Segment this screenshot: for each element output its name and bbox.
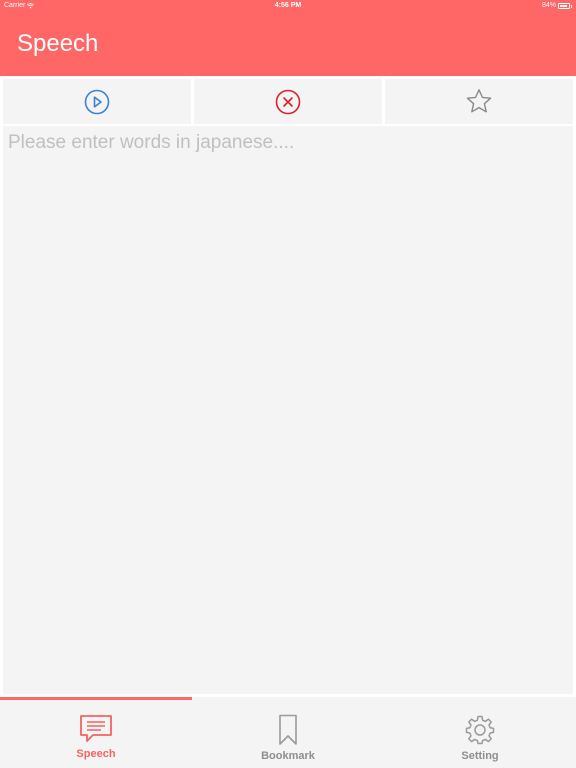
tab-setting[interactable]: Setting — [384, 700, 576, 768]
nav-header: Speech — [0, 12, 576, 76]
clear-button[interactable] — [194, 79, 382, 124]
gear-icon — [465, 715, 495, 745]
action-toolbar — [0, 76, 576, 126]
tab-speech[interactable]: Speech — [0, 700, 192, 768]
play-button[interactable] — [3, 79, 191, 124]
page-title: Speech — [17, 30, 99, 57]
battery-percent: 84% — [541, 2, 556, 9]
app-screen: Carrier 4:56 PM 84% Speech Please enter … — [0, 0, 576, 768]
tab-bookmark[interactable]: Bookmark — [192, 700, 384, 768]
tab-setting-label: Setting — [461, 750, 499, 762]
bookmark-add-button[interactable] — [385, 79, 573, 124]
tab-bar: Speech Bookmark Setting — [0, 697, 576, 768]
play-circle-icon — [84, 89, 110, 114]
tab-speech-label: Speech — [76, 748, 116, 760]
star-outline-icon — [466, 89, 492, 113]
japanese-text-input[interactable] — [3, 126, 573, 694]
tabs: Speech Bookmark Setting — [0, 700, 576, 768]
status-time: 4:56 PM — [274, 2, 302, 9]
battery-icon — [558, 3, 570, 9]
chat-bubble-icon — [80, 715, 112, 742]
status-right: 84% — [542, 0, 572, 12]
status-bar: Carrier 4:56 PM 84% — [0, 0, 576, 12]
tab-bookmark-label: Bookmark — [261, 750, 315, 762]
bookmark-icon — [279, 714, 297, 745]
close-circle-icon — [275, 89, 301, 114]
speech-text-area — [3, 126, 573, 694]
